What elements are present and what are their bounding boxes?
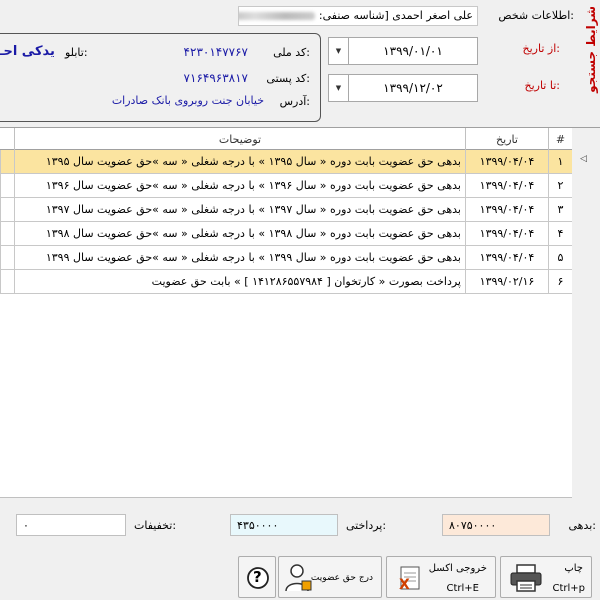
print-label: چاپ [564,563,583,574]
printer-icon [510,564,542,592]
row-description: بدهی حق عضویت بابت دوره « سال ۱۳۹۹ » با … [14,246,465,269]
excel-icon: X [399,566,420,593]
search-conditions-tab[interactable]: شرایط جستجو [578,0,600,115]
row-description: بدهی حق عضویت بابت دوره « سال ۱۳۹۷ » با … [14,198,465,221]
address-label: آدرس: [279,95,310,108]
sign-label: تابلو: [65,46,88,59]
row-description: بدهی حق عضویت بابت دوره « سال ۱۳۹۶ » با … [14,174,465,197]
to-date-label: تا تاریخ: [524,79,560,92]
discount-label: تخفیفات: [134,519,177,532]
row-selector-column [572,127,600,498]
table-row[interactable]: ۶ ۱۳۹۹/۰۲/۱۶ پرداخت بصورت « کارتخوان [ ۱۴۱… [0,270,572,294]
table-row[interactable]: ۱ ۱۳۹۹/۰۴/۰۴ بدهی حق عضویت بابت دوره « سال… [0,150,572,174]
from-date-label: از تاریخ: [522,42,560,55]
print-button[interactable]: چاپ Ctrl+p [500,556,592,598]
chevron-down-icon[interactable]: ▼ [329,75,349,101]
excel-shortcut: Ctrl+E [446,583,480,594]
row-date: ۱۳۹۹/۰۴/۰۴ [465,222,548,245]
row-description: پرداخت بصورت « کارتخوان [ ۱۴۱۲۸۶۵۵۷۹۸۴ ]… [14,270,465,293]
row-pointer-icon: ◁ [580,154,587,164]
row-date: ۱۳۹۹/۰۴/۰۴ [465,174,548,197]
address-value: خیابان جنت روبروی بانک صادرات [111,94,264,107]
paid-label: پرداختی: [346,519,387,532]
table-row[interactable]: ۲ ۱۳۹۹/۰۴/۰۴ بدهی حق عضویت بابت دوره « سال… [0,174,572,198]
help-label: ? [253,568,262,586]
help-button[interactable]: ? [238,556,276,598]
add-membership-fee-button[interactable]: درج حق عضویت [278,556,382,598]
national-code-label: کد ملی: [273,46,310,59]
debt-value: ۸۰۷۵۰۰۰۰ [442,514,550,536]
print-shortcut: Ctrl+p [552,583,585,594]
grid-header: # تاریخ توضیحات [0,128,572,150]
person-label: اطلاعات شخص: [498,9,574,22]
to-date-picker[interactable]: ▼ ۱۳۹۹/۱۲/۰۲ [328,74,478,102]
row-description: بدهی حق عضویت بابت دوره « سال ۱۳۹۸ » با … [14,222,465,245]
row-num: ۱ [548,150,572,173]
row-date: ۱۳۹۹/۰۲/۱۶ [465,270,548,293]
to-date-value: ۱۳۹۹/۱۲/۰۲ [383,81,443,95]
column-header-desc[interactable]: توضیحات [14,128,465,150]
from-date-value: ۱۳۹۹/۰۱/۰۱ [383,44,443,58]
sign-value: یدکی احـ [0,44,55,59]
row-num: ۵ [548,246,572,269]
row-num: ۴ [548,222,572,245]
row-num: ۲ [548,174,572,197]
row-edge [0,246,14,269]
person-value: علی اصغر احمدی [شناسه صنفی: [318,9,473,22]
row-edge [0,150,14,173]
discount-value: ۰ [16,514,126,536]
row-num: ۶ [548,270,572,293]
membership-label: درج حق عضویت [310,573,373,583]
postal-code-label: کد پستی: [266,72,310,85]
from-date-picker[interactable]: ▼ ۱۳۹۹/۰۱/۰۱ [328,37,478,65]
person-info-panel: کد ملی: ۴۲۳۰۱۴۷۷۶۷ تابلو: یدکی احـ کد پس… [0,33,321,122]
row-description: بدهی حق عضویت بابت دوره « سال ۱۳۹۵ » با … [14,150,465,173]
user-edit-icon [285,564,312,592]
table-row[interactable]: ۴ ۱۳۹۹/۰۴/۰۴ بدهی حق عضویت بابت دوره « سال… [0,222,572,246]
transactions-grid: # تاریخ توضیحات ۱ ۱۳۹۹/۰۴/۰۴ بدهی حق عضویت… [0,127,572,498]
excel-label: خروجی اکسل [428,563,487,574]
row-num: ۳ [548,198,572,221]
person-field[interactable]: علی اصغر احمدی [شناسه صنفی: ] [238,6,478,26]
row-edge [0,174,14,197]
table-row[interactable]: ۵ ۱۳۹۹/۰۴/۰۴ بدهی حق عضویت بابت دوره « سال… [0,246,572,270]
row-edge [0,222,14,245]
row-date: ۱۳۹۹/۰۴/۰۴ [465,198,548,221]
table-row[interactable]: ۳ ۱۳۹۹/۰۴/۰۴ بدهی حق عضویت بابت دوره « سال… [0,198,572,222]
chevron-down-icon[interactable]: ▼ [329,38,349,64]
redacted-id [239,12,316,20]
paid-value: ۴۳۵۰۰۰۰ [230,514,338,536]
row-edge [0,198,14,221]
search-conditions-title: شرایط جستجو [584,6,598,93]
excel-export-button[interactable]: X خروجی اکسل Ctrl+E [386,556,496,598]
row-date: ۱۳۹۹/۰۴/۰۴ [465,150,548,173]
postal-code-value: ۷۱۶۴۹۶۳۸۱۷ [183,71,248,85]
national-code-value: ۴۲۳۰۱۴۷۷۶۷ [183,45,248,59]
debt-label: بدهی: [568,519,596,532]
column-header-date[interactable]: تاریخ [465,128,548,150]
column-header-num[interactable]: # [548,128,572,150]
svg-text:X: X [399,577,410,593]
row-date: ۱۳۹۹/۰۴/۰۴ [465,246,548,269]
row-edge [0,270,14,293]
